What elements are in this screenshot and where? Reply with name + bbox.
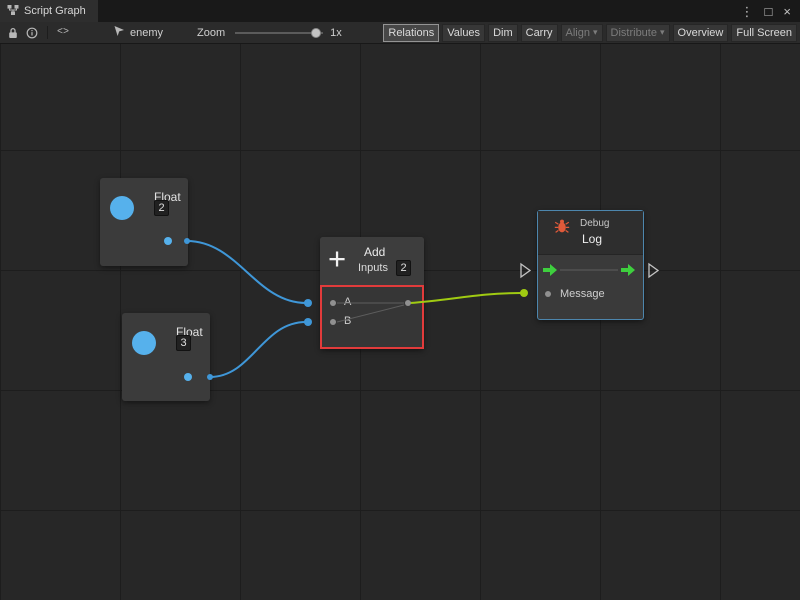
inputs-label: Inputs — [358, 262, 388, 274]
wire-float2-to-add-b[interactable] — [210, 322, 306, 377]
info-icon[interactable] — [26, 27, 38, 39]
maximize-icon[interactable]: □ — [765, 5, 773, 18]
float-type-icon — [132, 331, 156, 355]
port-a-label: A — [344, 296, 351, 308]
toolbar-button-values[interactable]: Values — [442, 24, 485, 42]
zoom-slider-track[interactable] — [235, 32, 323, 34]
wire-add-to-debug-message[interactable] — [410, 293, 521, 303]
add-node[interactable]: + Add Inputs 2 A B — [320, 237, 424, 349]
kebab-menu-icon[interactable]: ⋮ — [741, 5, 754, 18]
lock-icon[interactable] — [8, 27, 18, 39]
debug-log-node[interactable]: Debug Log Message — [537, 210, 644, 320]
float-value-field[interactable]: 2 — [154, 200, 169, 216]
button-label: Overview — [678, 27, 724, 39]
toolbar-button-relations[interactable]: Relations — [383, 24, 439, 42]
bug-icon — [554, 218, 570, 237]
add-node-header: + Add Inputs 2 — [320, 237, 424, 285]
zoom-control: Zoom 1x — [197, 27, 342, 39]
node-title: Log — [582, 232, 602, 246]
float-type-icon — [110, 196, 134, 220]
float-node-1[interactable]: Float 2 — [100, 178, 188, 266]
window-controls: ⋮ □ × — [741, 0, 800, 22]
graph-canvas[interactable]: Float 2 Float 3 + Add Inputs 2 A B — [0, 44, 800, 600]
toolbar-button-align[interactable]: Align▾ — [561, 24, 603, 42]
zoom-slider-handle[interactable] — [311, 28, 321, 38]
zoom-value: 1x — [330, 27, 342, 39]
wire2-end-dot — [304, 318, 312, 326]
debug-node-header: Debug Log — [538, 211, 643, 255]
plus-icon: + — [328, 239, 346, 279]
graph-asset-icon — [7, 4, 19, 19]
port-b-label: B — [344, 315, 351, 327]
wire3-end-dot — [520, 289, 528, 297]
close-icon[interactable]: × — [783, 5, 791, 18]
graph-name: enemy — [130, 27, 163, 39]
toolbar-button-dim[interactable]: Dim — [488, 24, 518, 42]
toolbar-button-group: Relations Values Dim Carry Align▾ Distri… — [380, 24, 797, 42]
tab-script-graph[interactable]: Script Graph — [0, 0, 98, 22]
node-title: Add — [364, 245, 385, 259]
chevron-down-icon: ▾ — [660, 27, 665, 38]
flow-output-triangle-port[interactable] — [649, 264, 658, 277]
wire-float1-to-add-a[interactable] — [187, 241, 306, 303]
button-label: Distribute — [611, 27, 657, 39]
toolbar-button-overview[interactable]: Overview — [673, 24, 729, 42]
toolbar-separator — [47, 26, 48, 39]
graph-reference[interactable]: enemy — [113, 25, 163, 40]
pointer-icon — [113, 25, 125, 40]
chevron-down-icon: ▾ — [593, 27, 598, 38]
button-label: Full Screen — [736, 27, 792, 39]
float-value-field[interactable]: 3 — [176, 335, 191, 351]
graph-toolbar: <> enemy Zoom 1x Relations Values Dim Ca… — [0, 22, 800, 44]
button-label: Relations — [388, 27, 434, 39]
float-node-2[interactable]: Float 3 — [122, 313, 210, 401]
toolbar-button-fullscreen[interactable]: Full Screen — [731, 24, 797, 42]
zoom-label: Zoom — [197, 27, 225, 39]
node-category: Debug — [580, 218, 609, 229]
tab-label: Script Graph — [24, 5, 86, 17]
button-label: Align — [566, 27, 590, 39]
message-port-label: Message — [560, 288, 605, 300]
toolbar-button-distribute[interactable]: Distribute▾ — [606, 24, 670, 42]
button-label: Carry — [526, 27, 553, 39]
toolbar-button-carry[interactable]: Carry — [521, 24, 558, 42]
titlebar: Script Graph ⋮ □ × — [0, 0, 800, 22]
zoom-slider[interactable] — [235, 27, 323, 39]
flow-input-triangle-port[interactable] — [521, 264, 530, 277]
button-label: Values — [447, 27, 480, 39]
add-node-ports-selected[interactable]: A B — [320, 285, 424, 349]
inputs-count-field[interactable]: 2 — [396, 260, 411, 276]
button-label: Dim — [493, 27, 513, 39]
wire1-end-dot — [304, 299, 312, 307]
code-icon[interactable]: <> — [57, 27, 69, 38]
